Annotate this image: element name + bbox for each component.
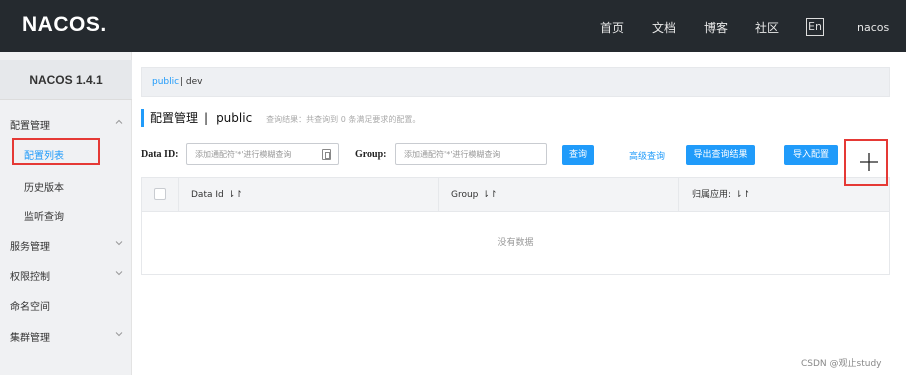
add-config-button[interactable] bbox=[844, 139, 888, 186]
column-header-data-id[interactable]: Data Id ⇂↾ bbox=[191, 178, 243, 212]
language-switch-button[interactable]: En bbox=[806, 18, 824, 36]
column-header-label: 归属应用: bbox=[692, 190, 732, 200]
sidebar-item-history[interactable]: 历史版本 bbox=[0, 170, 132, 200]
group-label: Group: bbox=[355, 149, 387, 160]
group-field[interactable] bbox=[395, 143, 547, 165]
sidebar-item-label: 服务管理 bbox=[10, 242, 50, 253]
import-config-button[interactable]: 导入配置 bbox=[784, 145, 838, 165]
column-header-label: Data Id bbox=[191, 190, 224, 200]
nav-docs[interactable]: 文档 bbox=[652, 19, 676, 36]
nav-community[interactable]: 社区 bbox=[755, 19, 779, 36]
sidebar-item-namespace[interactable]: 命名空间 bbox=[0, 289, 132, 319]
column-header-label: Group bbox=[451, 190, 479, 200]
sort-icon[interactable]: ⇂↾ bbox=[735, 178, 750, 212]
namespace-dev-link[interactable]: | dev bbox=[180, 77, 202, 87]
chevron-down-icon bbox=[115, 241, 123, 246]
namespace-public-link[interactable]: public bbox=[152, 77, 179, 87]
column-header-group[interactable]: Group ⇂↾ bbox=[451, 178, 498, 212]
sort-icon[interactable]: ⇂↾ bbox=[228, 178, 243, 212]
calendar-icon bbox=[322, 149, 331, 160]
sidebar-item-service-management[interactable]: 服务管理 bbox=[0, 229, 132, 259]
namespace-bar: public | dev bbox=[141, 67, 890, 97]
top-navbar: NACOS. 首页 文档 博客 社区 En nacos bbox=[0, 0, 906, 52]
watermark: CSDN @观止study bbox=[801, 359, 882, 369]
config-table: Data Id ⇂↾ Group ⇂↾ 归属应用: ⇂↾ 没有数据 bbox=[141, 177, 890, 275]
data-id-label: Data ID: bbox=[141, 149, 179, 160]
sort-icon[interactable]: ⇂↾ bbox=[482, 178, 497, 212]
nacos-logo[interactable]: NACOS. bbox=[22, 13, 107, 37]
page-title-text: 配置管理 bbox=[150, 111, 199, 125]
page-title: 配置管理 | public 查询结果：共查询到 0 条满足要求的配置。 bbox=[141, 109, 420, 127]
plus-icon bbox=[860, 153, 878, 171]
sidebar-item-label: 监听查询 bbox=[24, 212, 64, 223]
logo-text: NACOS. bbox=[22, 13, 107, 36]
sidebar-item-config-management[interactable]: 配置管理 bbox=[0, 108, 132, 138]
chevron-up-icon bbox=[115, 119, 123, 124]
column-divider bbox=[178, 178, 179, 212]
sidebar-item-label: 集群管理 bbox=[10, 333, 50, 344]
chevron-down-icon bbox=[115, 271, 123, 276]
query-button[interactable]: 查询 bbox=[562, 145, 594, 165]
sidebar-item-listener-query[interactable]: 监听查询 bbox=[0, 199, 132, 229]
nav-home[interactable]: 首页 bbox=[600, 19, 624, 36]
sidebar-item-label: 权限控制 bbox=[10, 272, 50, 283]
column-header-app[interactable]: 归属应用: ⇂↾ bbox=[692, 178, 750, 212]
data-id-field[interactable] bbox=[186, 143, 339, 165]
sidebar-item-access-control[interactable]: 权限控制 bbox=[0, 259, 132, 289]
title-separator: | bbox=[204, 111, 209, 125]
sidebar-item-config-list[interactable]: 配置列表 bbox=[0, 138, 132, 168]
sidebar-item-cluster-management[interactable]: 集群管理 bbox=[0, 320, 132, 350]
sidebar-item-label: 命名空间 bbox=[10, 302, 50, 313]
export-results-button[interactable]: 导出查询结果 bbox=[686, 145, 755, 165]
chevron-down-icon bbox=[115, 332, 123, 337]
sidebar-item-label: 配置列表 bbox=[24, 151, 64, 162]
column-divider bbox=[438, 178, 439, 212]
sidebar-item-label: 历史版本 bbox=[24, 183, 64, 194]
user-name[interactable]: nacos bbox=[857, 21, 889, 34]
empty-state: 没有数据 bbox=[497, 238, 534, 248]
sidebar: NACOS 1.4.1 配置管理 配置列表 历史版本 监听查询 服务管理 权限控… bbox=[0, 52, 132, 375]
page-title-namespace: public bbox=[216, 111, 253, 125]
sidebar-item-label: 配置管理 bbox=[10, 121, 50, 132]
data-id-input[interactable] bbox=[187, 144, 338, 164]
nav-blog[interactable]: 博客 bbox=[704, 19, 728, 36]
query-result-hint: 查询结果：共查询到 0 条满足要求的配置。 bbox=[266, 115, 421, 124]
group-input[interactable] bbox=[396, 144, 546, 164]
select-all-checkbox[interactable] bbox=[154, 188, 166, 200]
advanced-query-link[interactable]: 高级查询 bbox=[629, 149, 665, 162]
sidebar-title: NACOS 1.4.1 bbox=[0, 60, 132, 100]
column-divider bbox=[678, 178, 679, 212]
table-header: Data Id ⇂↾ Group ⇂↾ 归属应用: ⇂↾ bbox=[142, 178, 889, 212]
